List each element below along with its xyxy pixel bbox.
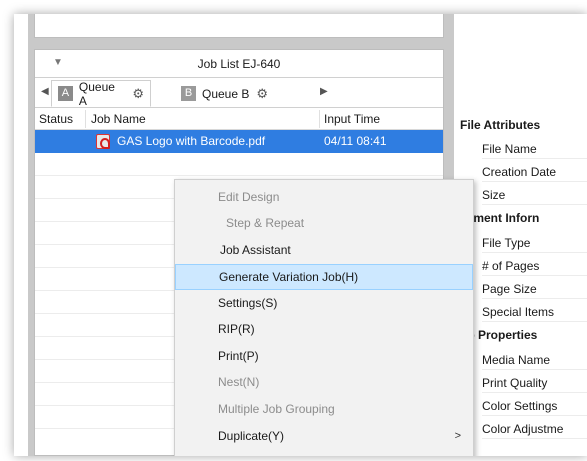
attr-special-items: Special Items bbox=[482, 305, 587, 322]
menu-item-label: Duplicate(Y) bbox=[218, 429, 285, 443]
application-window: ▼ Job List EJ-640 ◀ A Queue A ⚙ B Queue … bbox=[14, 14, 587, 456]
panel-header: ▼ Job List EJ-640 bbox=[35, 50, 443, 78]
submenu-arrow-icon: > bbox=[454, 430, 461, 442]
attr-file-type: File Type bbox=[482, 236, 587, 253]
queue-b-badge: B bbox=[181, 86, 196, 101]
menu-item-nest[interactable]: Nest(N) bbox=[175, 369, 473, 395]
column-divider bbox=[319, 110, 320, 128]
menu-item-multiple-job-grouping[interactable]: Multiple Job Grouping bbox=[175, 396, 473, 422]
job-name-cell: GAS Logo with Barcode.pdf bbox=[117, 134, 266, 148]
column-header-status[interactable]: Status bbox=[39, 112, 73, 126]
column-header-job-name[interactable]: Job Name bbox=[91, 112, 146, 126]
attributes-panel: File Attributes File Name Creation Date … bbox=[452, 14, 587, 456]
attr-print-quality: Print Quality bbox=[482, 376, 587, 393]
tab-scroll-right-icon[interactable]: ▶ bbox=[320, 86, 328, 97]
collapse-triangle-icon[interactable]: ▼ bbox=[53, 58, 65, 68]
tab-label: Queue B bbox=[202, 86, 250, 101]
tab-queue-a[interactable]: A Queue A ⚙ bbox=[51, 79, 151, 108]
menu-item-settings[interactable]: Settings(S) bbox=[175, 290, 473, 316]
menu-item-print[interactable]: Print(P) bbox=[175, 343, 473, 369]
panel-title: Job List EJ-640 bbox=[197, 56, 281, 71]
gear-icon[interactable]: ⚙ bbox=[256, 87, 268, 100]
empty-row bbox=[35, 153, 443, 176]
attr-size: Size bbox=[482, 188, 587, 205]
tab-label: Queue A bbox=[78, 79, 115, 108]
table-row[interactable]: GAS Logo with Barcode.pdf 04/11 08:41 bbox=[35, 130, 443, 153]
menu-item-edit-design[interactable]: Edit Design bbox=[175, 184, 473, 210]
tab-scroll-left-icon[interactable]: ◀ bbox=[41, 86, 49, 97]
attr-page-count: # of Pages bbox=[482, 259, 587, 276]
column-header-row: Status Job Name Input Time bbox=[35, 108, 443, 130]
menu-item-rip[interactable]: RIP(R) bbox=[175, 316, 473, 342]
menu-item-duplicate[interactable]: Duplicate(Y) > bbox=[175, 423, 473, 449]
column-divider bbox=[85, 110, 86, 128]
gear-icon[interactable]: ⚙ bbox=[132, 87, 144, 100]
upper-panel-remnant bbox=[34, 14, 444, 38]
input-time-cell: 04/11 08:41 bbox=[324, 134, 387, 148]
menu-item-step-repeat[interactable]: Step & Repeat bbox=[175, 210, 473, 236]
attr-color-adjustment: Color Adjustme bbox=[482, 422, 587, 439]
queue-tabs: ◀ A Queue A ⚙ B Queue B ⚙ ▶ bbox=[35, 78, 443, 108]
pdf-file-icon bbox=[96, 134, 110, 149]
attr-color-settings: Color Settings bbox=[482, 399, 587, 416]
attr-file-name: File Name bbox=[482, 142, 587, 159]
context-menu: Edit Design Step & Repeat Job Assistant … bbox=[174, 179, 474, 456]
attr-page-size: Page Size bbox=[482, 282, 587, 299]
queue-a-badge: A bbox=[58, 86, 73, 101]
attr-creation-date: Creation Date bbox=[482, 165, 587, 182]
menu-item-job-assistant[interactable]: Job Assistant bbox=[175, 237, 473, 263]
tab-queue-b[interactable]: B Queue B ⚙ bbox=[175, 80, 285, 107]
menu-item-generate-variation-job[interactable]: Generate Variation Job(H) bbox=[175, 264, 473, 290]
attr-media-name: Media Name bbox=[482, 353, 587, 370]
section-file-attributes: File Attributes bbox=[460, 118, 541, 132]
column-header-input-time[interactable]: Input Time bbox=[324, 112, 380, 126]
